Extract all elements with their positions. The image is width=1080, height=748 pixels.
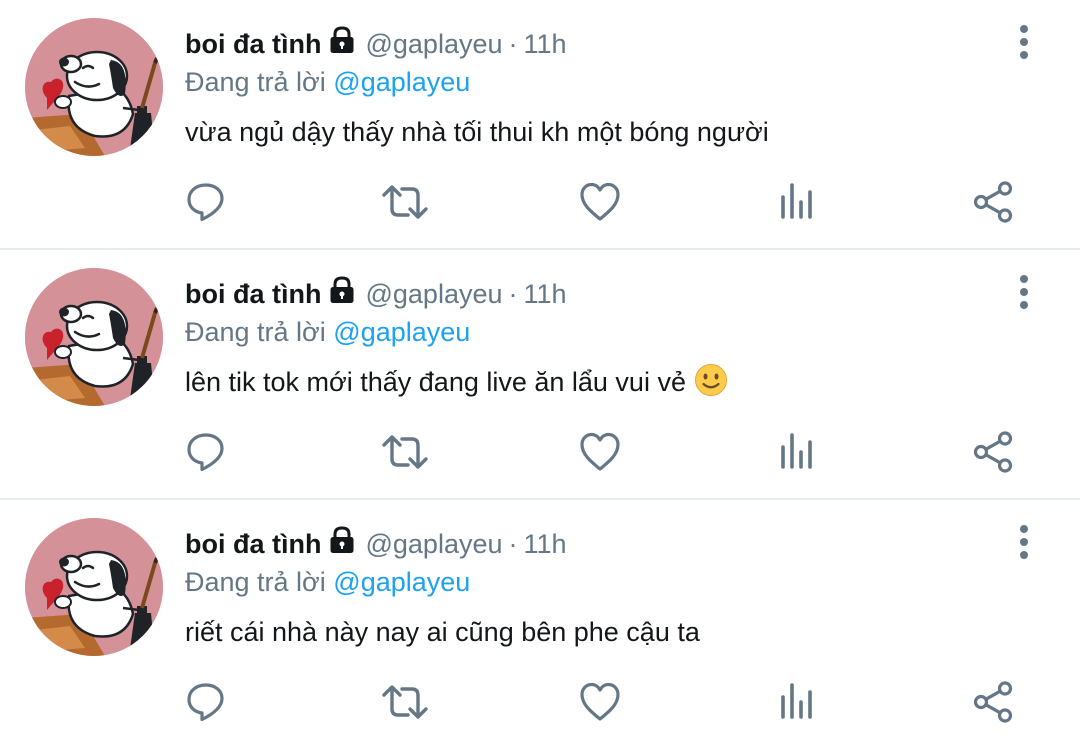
username[interactable]: @gaplayeu bbox=[365, 29, 502, 59]
like-button[interactable] bbox=[578, 430, 622, 474]
share-icon bbox=[972, 680, 1016, 724]
like-button[interactable] bbox=[578, 180, 622, 224]
share-button[interactable] bbox=[972, 430, 1016, 474]
tweet-actions bbox=[0, 410, 1080, 498]
like-icon bbox=[578, 430, 622, 474]
more-options-button[interactable] bbox=[1009, 22, 1039, 62]
reply-to-mention[interactable]: @gaplayeu bbox=[333, 317, 470, 347]
analytics-icon bbox=[775, 680, 819, 724]
tweet-feed: boi đa tình @gaplayeu · 11h Đang trả lời @g… bbox=[0, 0, 1080, 748]
timestamp[interactable]: 11h bbox=[524, 29, 567, 59]
tweet-text-content: vừa ngủ dậy thấy nhà tối thui kh một bón… bbox=[185, 117, 769, 147]
analytics-button[interactable] bbox=[775, 180, 819, 224]
tweet-text-content: lên tik tok mới thấy đang live ăn lẩu vu… bbox=[185, 367, 686, 397]
avatar[interactable] bbox=[25, 268, 163, 406]
analytics-icon bbox=[775, 180, 819, 224]
display-name[interactable]: boi đa tình bbox=[185, 279, 321, 309]
tweet-header: boi đa tình @gaplayeu · 11h bbox=[185, 524, 567, 566]
reply-context: Đang trả lời @gaplayeu bbox=[185, 62, 470, 102]
reply-button[interactable] bbox=[184, 180, 228, 224]
more-options-icon bbox=[1009, 525, 1039, 566]
more-options-icon bbox=[1009, 275, 1039, 316]
share-button[interactable] bbox=[972, 680, 1016, 724]
like-button[interactable] bbox=[578, 680, 622, 724]
tweet-text-content: riết cái nhà này nay ai cũng bên phe cậu… bbox=[185, 617, 700, 647]
retweet-icon bbox=[381, 430, 428, 474]
lock-icon bbox=[327, 275, 357, 316]
reply-context: Đang trả lời @gaplayeu bbox=[185, 312, 470, 352]
timestamp[interactable]: 11h bbox=[524, 279, 567, 309]
tweet-header: boi đa tình @gaplayeu · 11h bbox=[185, 24, 567, 66]
display-name[interactable]: boi đa tình bbox=[185, 29, 321, 59]
reply-context: Đang trả lời @gaplayeu bbox=[185, 562, 470, 602]
avatar[interactable] bbox=[25, 518, 163, 656]
more-options-button[interactable] bbox=[1009, 272, 1039, 312]
reply-prefix: Đang trả lời bbox=[185, 67, 326, 97]
display-name[interactable]: boi đa tình bbox=[185, 529, 321, 559]
more-options-button[interactable] bbox=[1009, 522, 1039, 562]
username[interactable]: @gaplayeu bbox=[365, 279, 502, 309]
reply-to-mention[interactable]: @gaplayeu bbox=[333, 567, 470, 597]
reply-button[interactable] bbox=[184, 680, 228, 724]
reply-button[interactable] bbox=[184, 430, 228, 474]
tweet[interactable]: boi đa tình @gaplayeu · 11h Đang trả lời @g… bbox=[0, 498, 1080, 748]
reply-to-mention[interactable]: @gaplayeu bbox=[333, 67, 470, 97]
retweet-icon bbox=[381, 180, 428, 224]
username[interactable]: @gaplayeu bbox=[365, 529, 502, 559]
lock-icon bbox=[327, 25, 357, 66]
separator-dot: · bbox=[508, 279, 518, 309]
share-icon bbox=[972, 430, 1016, 474]
analytics-button[interactable] bbox=[775, 430, 819, 474]
tweet-header: boi đa tình @gaplayeu · 11h bbox=[185, 274, 567, 316]
reply-icon bbox=[184, 430, 228, 474]
slightly-smiling-face-emoji bbox=[694, 363, 728, 410]
tweet-text: vừa ngủ dậy thấy nhà tối thui kh một bón… bbox=[185, 110, 769, 154]
retweet-button[interactable] bbox=[381, 430, 428, 474]
share-button[interactable] bbox=[972, 180, 1016, 224]
retweet-button[interactable] bbox=[381, 180, 428, 224]
retweet-icon bbox=[381, 680, 428, 724]
lock-icon bbox=[327, 525, 357, 566]
like-icon bbox=[578, 680, 622, 724]
tweet-actions bbox=[0, 660, 1080, 748]
analytics-button[interactable] bbox=[775, 680, 819, 724]
more-options-icon bbox=[1009, 25, 1039, 66]
reply-icon bbox=[184, 680, 228, 724]
analytics-icon bbox=[775, 430, 819, 474]
reply-icon bbox=[184, 180, 228, 224]
tweet-text: lên tik tok mới thấy đang live ăn lẩu vu… bbox=[185, 360, 728, 410]
avatar[interactable] bbox=[25, 18, 163, 156]
reply-prefix: Đang trả lời bbox=[185, 317, 326, 347]
separator-dot: · bbox=[508, 29, 518, 59]
reply-prefix: Đang trả lời bbox=[185, 567, 326, 597]
retweet-button[interactable] bbox=[381, 680, 428, 724]
share-icon bbox=[972, 180, 1016, 224]
tweet-text: riết cái nhà này nay ai cũng bên phe cậu… bbox=[185, 610, 700, 654]
timestamp[interactable]: 11h bbox=[524, 529, 567, 559]
tweet[interactable]: boi đa tình @gaplayeu · 11h Đang trả lời @g… bbox=[0, 248, 1080, 498]
tweet[interactable]: boi đa tình @gaplayeu · 11h Đang trả lời @g… bbox=[0, 0, 1080, 248]
like-icon bbox=[578, 180, 622, 224]
separator-dot: · bbox=[508, 529, 518, 559]
tweet-actions bbox=[0, 160, 1080, 248]
